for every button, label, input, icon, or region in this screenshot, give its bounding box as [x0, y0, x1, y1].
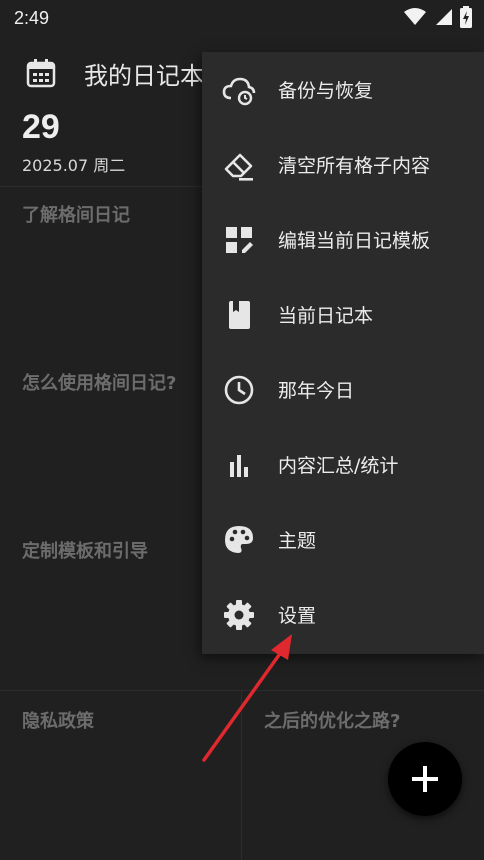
menu-item-label: 备份与恢复	[278, 80, 374, 102]
clock-icon	[222, 373, 256, 407]
menu-item-backup[interactable]: 备份与恢复	[202, 52, 484, 127]
battery-icon	[460, 6, 472, 28]
menu-item-label: 当前日记本	[278, 305, 374, 327]
status-bar: 2:49	[0, 0, 484, 36]
gear-icon	[222, 598, 256, 632]
menu-item-settings[interactable]: 设置	[202, 577, 484, 652]
edit-template-icon	[222, 223, 256, 257]
date-day: 29	[22, 108, 60, 146]
status-icons	[404, 6, 472, 28]
menu-item-label: 内容汇总/统计	[278, 455, 399, 477]
calendar-icon[interactable]	[26, 58, 56, 88]
cell-title: 怎么使用格间日记?	[22, 373, 177, 394]
cell-title: 定制模板和引导	[22, 541, 148, 562]
menu-item-label: 那年今日	[278, 380, 355, 402]
grid-cell[interactable]: 隐私政策	[0, 691, 241, 860]
book-icon	[222, 298, 256, 332]
menu-item-label: 清空所有格子内容	[278, 155, 431, 177]
menu-item-statistics[interactable]: 内容汇总/统计	[202, 427, 484, 502]
menu-item-edit-template[interactable]: 编辑当前日记模板	[202, 202, 484, 277]
menu-item-on-this-day[interactable]: 那年今日	[202, 352, 484, 427]
wifi-icon	[404, 8, 426, 25]
cloud-backup-icon	[222, 73, 256, 107]
overflow-menu: 备份与恢复 清空所有格子内容 编辑当前日记模板 当前日记本 那年今日 内容汇总/…	[202, 52, 484, 654]
plus-icon	[412, 766, 438, 792]
palette-icon	[222, 523, 256, 557]
cell-title: 隐私政策	[22, 711, 94, 732]
menu-item-current-diary[interactable]: 当前日记本	[202, 277, 484, 352]
menu-item-theme[interactable]: 主题	[202, 502, 484, 577]
add-entry-button[interactable]	[388, 742, 462, 816]
menu-item-label: 主题	[278, 530, 317, 552]
app-title[interactable]: 我的日记本	[84, 56, 204, 91]
cell-title: 之后的优化之路?	[264, 711, 401, 732]
date-line: 2025.07 周二	[22, 156, 126, 175]
status-time: 2:49	[14, 7, 50, 28]
bar-chart-icon	[222, 448, 256, 482]
menu-item-label: 编辑当前日记模板	[278, 230, 431, 252]
eraser-icon	[222, 148, 256, 182]
screen: 2:49 我的日记本 29 2025.07 周二 了解格间日记 怎么使用格间日记…	[0, 0, 484, 860]
signal-icon	[436, 9, 452, 25]
menu-item-clear[interactable]: 清空所有格子内容	[202, 127, 484, 202]
cell-title: 了解格间日记	[22, 205, 130, 226]
menu-item-label: 设置	[278, 605, 317, 627]
